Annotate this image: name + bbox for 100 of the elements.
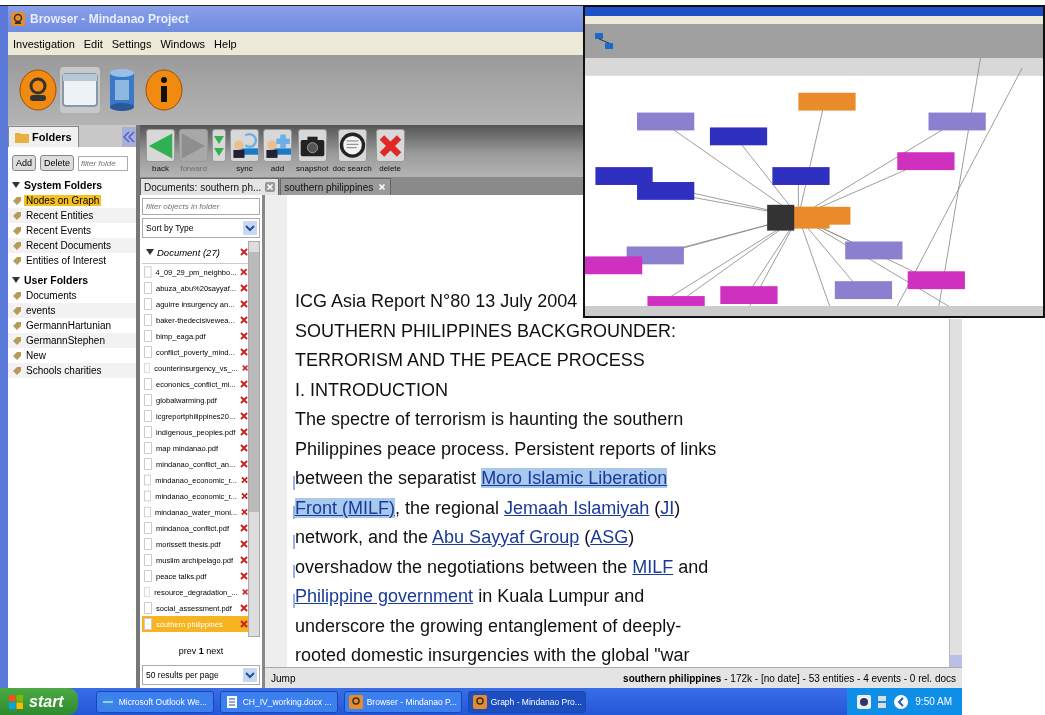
remove-icon[interactable] xyxy=(240,476,248,484)
tag-icon xyxy=(12,335,22,346)
delete-button[interactable]: Delete xyxy=(40,155,75,171)
start-button[interactable]: start xyxy=(0,688,78,715)
mode-button[interactable] xyxy=(144,67,184,113)
taskbar-button[interactable]: Graph - Mindanao Pro... xyxy=(467,690,586,713)
remove-icon[interactable] xyxy=(240,412,248,420)
expand-icon[interactable] xyxy=(146,248,154,256)
link[interactable]: Jemaah Islamiyah xyxy=(504,497,650,518)
folder-item[interactable]: Documents xyxy=(24,290,79,301)
remove-icon[interactable] xyxy=(240,348,248,356)
menu-item[interactable]: Help xyxy=(214,37,237,50)
menu-item[interactable]: Windows xyxy=(160,37,206,50)
remove-icon[interactable] xyxy=(240,556,248,564)
page-icon xyxy=(144,346,152,358)
scrollbar[interactable] xyxy=(949,319,962,667)
folders-tab[interactable]: Folders xyxy=(8,126,79,147)
remove-icon[interactable] xyxy=(240,248,248,256)
page-icon xyxy=(144,426,152,438)
filter-field[interactable]: filter objects in folder xyxy=(142,198,260,215)
taskbar-button[interactable]: CH_IV_working.docx ... xyxy=(219,690,338,713)
remove-icon[interactable] xyxy=(240,396,248,404)
link[interactable]: Front (MILF) xyxy=(295,497,395,518)
add-button[interactable] xyxy=(263,129,292,162)
button-label: back xyxy=(152,164,169,173)
folder-item[interactable]: Nodes on Graph xyxy=(24,195,102,206)
close-icon[interactable] xyxy=(377,182,388,192)
remove-icon[interactable] xyxy=(240,540,248,548)
tab[interactable]: southern philippines xyxy=(280,178,392,195)
page-icon xyxy=(144,394,152,406)
remove-icon[interactable] xyxy=(241,364,248,372)
remove-icon[interactable] xyxy=(240,380,248,388)
person-icon xyxy=(18,68,58,112)
remove-icon[interactable] xyxy=(240,428,248,436)
scrollbar[interactable] xyxy=(248,241,260,637)
folder-item[interactable]: New xyxy=(24,350,48,361)
page-icon xyxy=(144,570,152,582)
link[interactable]: Moro Islamic Liberation xyxy=(481,468,668,488)
sync-button[interactable] xyxy=(230,129,259,162)
delete-button[interactable] xyxy=(375,129,405,162)
remove-icon[interactable] xyxy=(240,444,248,452)
tab[interactable]: Documents: southern ph... xyxy=(140,178,280,195)
remove-icon[interactable] xyxy=(240,316,248,324)
link[interactable]: MILF xyxy=(632,556,674,577)
caret-icon xyxy=(243,668,257,682)
remove-icon[interactable] xyxy=(240,620,248,628)
folder-item[interactable]: GermannHartunian xyxy=(24,320,114,331)
page-size-dropdown[interactable]: 50 results per page xyxy=(142,665,260,685)
remove-icon[interactable] xyxy=(240,332,248,340)
menu-item[interactable]: Investigation xyxy=(13,37,75,50)
link[interactable]: Abu Sayyaf Group xyxy=(432,527,580,547)
remove-icon[interactable] xyxy=(240,284,248,292)
folder-item[interactable]: Recent Events xyxy=(24,225,94,236)
remove-icon[interactable] xyxy=(240,460,248,468)
snapshot-button[interactable] xyxy=(297,129,327,162)
page-icon xyxy=(144,298,152,310)
search-button[interactable] xyxy=(337,129,367,162)
button-label: snapshot xyxy=(296,164,329,173)
menu-item[interactable]: Settings xyxy=(111,37,152,50)
taskbar-button[interactable]: Browser - Mindanao P... xyxy=(343,690,462,713)
link[interactable]: JI xyxy=(660,497,675,518)
mode-button[interactable] xyxy=(18,67,58,113)
menu-item[interactable]: Edit xyxy=(83,37,103,50)
page-icon xyxy=(144,314,152,326)
pager[interactable]: prev 1 next xyxy=(142,640,260,662)
remove-icon[interactable] xyxy=(240,524,248,532)
page-icon xyxy=(144,554,152,566)
page-icon xyxy=(144,522,152,534)
sort-dropdown[interactable]: Sort by Type xyxy=(142,218,260,238)
taskbar-button[interactable]: Microsoft Outlook We... xyxy=(95,690,214,713)
folder-item[interactable]: events xyxy=(24,305,58,316)
page-icon xyxy=(144,538,152,550)
remove-icon[interactable] xyxy=(240,604,248,612)
remove-icon[interactable] xyxy=(240,268,248,276)
remove-icon[interactable] xyxy=(241,588,248,596)
remove-icon[interactable] xyxy=(240,492,248,500)
page-icon xyxy=(144,458,152,470)
link[interactable]: Philippine government xyxy=(295,586,474,606)
text-line: Front (MILF), the regional Jemaah Islamiyah (JI) xyxy=(295,497,681,527)
remove-icon[interactable] xyxy=(241,508,248,516)
text-line: between the separatist Moro Islamic Liberation xyxy=(295,468,668,498)
page-icon xyxy=(144,586,151,598)
app-icon xyxy=(11,12,25,26)
tag-icon xyxy=(12,225,22,236)
collapse-icon[interactable] xyxy=(122,127,136,147)
close-icon[interactable] xyxy=(265,182,276,192)
filter-field[interactable]: filter folde xyxy=(78,155,129,171)
add-button[interactable]: Add xyxy=(12,155,36,171)
chevron-icon[interactable] xyxy=(893,693,910,710)
remove-icon[interactable] xyxy=(240,300,248,308)
link[interactable]: ASG xyxy=(590,527,629,547)
tag-icon xyxy=(12,240,22,251)
remove-icon[interactable] xyxy=(240,572,248,580)
jump-link[interactable]: Jump xyxy=(271,672,296,684)
tag-icon xyxy=(12,350,22,361)
folder-item[interactable]: Entities of Interest xyxy=(24,255,109,266)
page-icon xyxy=(144,490,152,502)
text-line: rooted domestic insurgencies with the global "war xyxy=(295,645,690,667)
document-icon xyxy=(224,694,239,709)
folder-icon xyxy=(15,131,29,143)
